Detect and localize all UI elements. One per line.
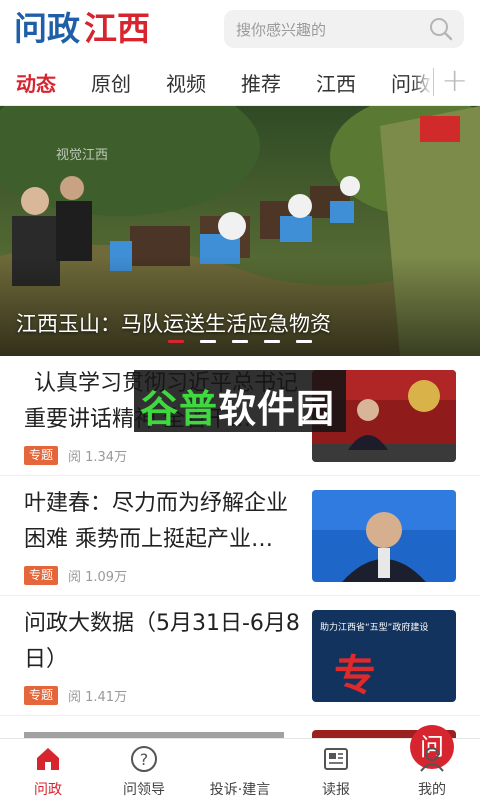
topic-badge: 专题 [24,446,59,465]
nav-label: 投诉·建言 [209,782,271,798]
nav-label: 读报 [322,782,350,798]
carousel-dot-5[interactable] [296,340,312,343]
tab-divider [433,68,434,96]
watermark-text: 谷普软件园 [140,387,336,431]
banner-carousel[interactable]: 视觉江西 江西玉山：马队运送生活应急物资 [0,106,480,356]
list-item[interactable] [0,716,480,738]
user-icon [420,747,444,772]
nav-wenzheng[interactable]: 问政 [0,739,96,800]
bottom-nav: 问政 ? 问领导 问 投诉·建言 读报 我的 [0,725,480,800]
nav-label: 问政 [34,782,62,798]
app-logo[interactable]: 问政 江西 [14,8,158,48]
article-title: 问政大数据（5月31日-6月8日） [24,611,300,672]
carousel-dot-3[interactable] [232,340,248,343]
logo-part-2: 江西 [84,9,150,48]
topic-badge: 专题 [24,566,59,585]
carousel-dot-4[interactable] [264,340,280,343]
search-placeholder: 搜你感兴趣的 [236,21,327,39]
nav-tousu-jianyan[interactable]: 问 投诉·建言 [192,725,454,800]
add-channel-icon[interactable]: + [441,62,468,98]
nav-wen-lingdao[interactable]: ? 问领导 [96,739,192,800]
search-icon[interactable] [428,16,454,42]
topic-badge: 专题 [24,686,59,705]
list-item[interactable]: 问政大数据（5月31日-6月8日） 专题 阅 1.41万 助力江西省“五型”政府… [0,596,480,716]
tab-shipin[interactable]: 视频 [166,68,206,97]
carousel-dot-1[interactable] [168,340,184,343]
svg-text:?: ? [140,750,149,769]
read-count: 阅 1.09万 [68,570,128,585]
list-item[interactable]: 叶建春：尽力而为纾解企业困难 乘势而上挺起产业… 专题 阅 1.09万 [0,476,480,596]
tab-jiangxi[interactable]: 江西 [316,68,356,97]
nav-wode[interactable]: 我的 [384,739,480,800]
thumb-title: 专刊 [334,651,397,700]
thumb-subtext: 助力江西省“五型”政府建设 [320,623,429,633]
watermark-highlight: 谷普 [140,387,219,431]
home-icon [37,748,59,770]
channel-tabs: 动态 原创 视频 推荐 江西 问政 + [0,58,480,106]
read-count: 阅 1.34万 [68,450,128,465]
carousel-dot-2[interactable] [200,340,216,343]
tab-yuanchuang[interactable]: 原创 [91,68,131,97]
read-count: 阅 1.41万 [68,690,128,705]
header: 问政 江西 搜你感兴趣的 [0,0,480,58]
nav-label: 我的 [418,782,446,798]
tab-dongtai[interactable]: 动态 [16,68,56,97]
newspaper-icon [324,748,348,770]
article-thumbnail [312,490,456,582]
nav-label: 问领导 [123,782,165,798]
site-watermark-overlay: 谷普软件园 [134,370,346,432]
tab-fade [412,58,432,105]
nav-dubao[interactable]: 读报 [288,739,384,800]
article-title: 叶建春：尽力而为纾解企业困难 乘势而上挺起产业… [24,491,289,552]
banner-watermark: 视觉江西 [56,148,109,163]
banner-caption: 江西玉山：马队运送生活应急物资 [16,312,331,336]
article-thumbnail: 助力江西省“五型”政府建设 专刊 [312,610,456,702]
search-bar[interactable]: 搜你感兴趣的 [224,10,464,48]
tab-tuijian[interactable]: 推荐 [241,68,281,97]
logo-part-1: 问政 [14,9,80,48]
question-icon: ? [131,746,157,772]
